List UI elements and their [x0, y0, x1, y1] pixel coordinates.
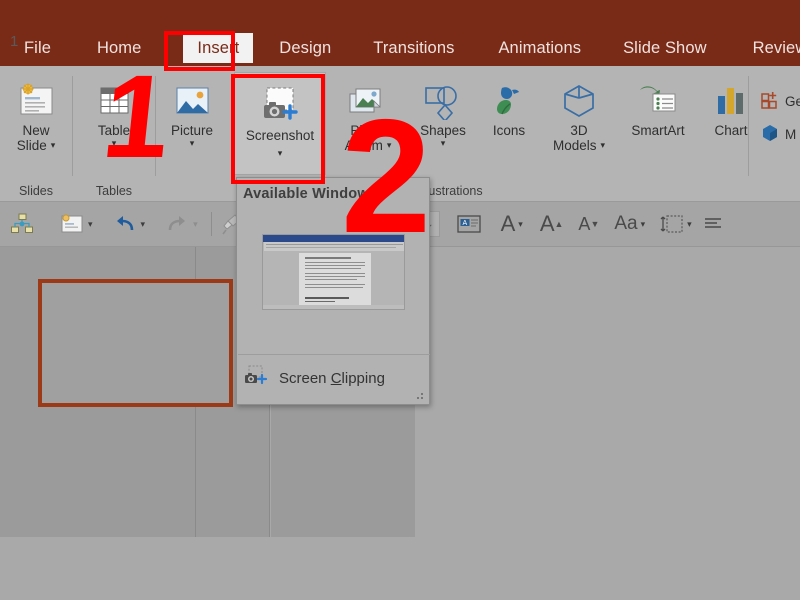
- icons-label: Icons: [493, 123, 525, 138]
- new-slide-label-1: New: [22, 123, 49, 138]
- chevron-down-icon[interactable]: ▾: [441, 139, 446, 148]
- 3d-models-label-1: 3D: [570, 123, 587, 138]
- dropdown-divider: [238, 354, 430, 355]
- 3d-models-icon: [558, 74, 600, 120]
- group-divider-3: [748, 76, 749, 176]
- photo-album-label-2: Album: [345, 138, 383, 153]
- screen-clipping-item[interactable]: Screen Clipping: [243, 363, 425, 393]
- smartart-label: SmartArt: [631, 123, 684, 138]
- tab-animations[interactable]: Animations: [496, 33, 583, 63]
- align-text-icon[interactable]: [705, 208, 721, 240]
- screenshot-icon: [257, 79, 303, 125]
- tab-slide-show[interactable]: Slide Show: [621, 33, 709, 63]
- icons-button[interactable]: Icons: [478, 74, 540, 138]
- font-color-icon[interactable]: A▾: [501, 208, 523, 240]
- screenshot-dropdown[interactable]: Available Windows: [236, 177, 430, 405]
- slide-thumbnail-1[interactable]: [38, 279, 233, 407]
- chevron-down-icon[interactable]: ▾: [112, 139, 117, 148]
- chevron-down-icon[interactable]: ▾: [193, 219, 198, 230]
- new-slide-icon: [15, 74, 57, 120]
- chart-icon: [710, 74, 752, 120]
- picture-button[interactable]: Picture ▾: [156, 74, 228, 148]
- screen-clipping-label: Screen Clipping: [279, 370, 385, 387]
- my-addins-icon: [760, 123, 780, 146]
- new-slide-quick-icon[interactable]: ▾: [59, 208, 93, 240]
- chart-button[interactable]: Chart: [700, 74, 762, 138]
- slide-number-label: 1: [10, 33, 18, 50]
- svg-text:A: A: [462, 220, 467, 227]
- toolbar-divider-1: [211, 212, 212, 236]
- resize-grip-icon[interactable]: [417, 393, 425, 401]
- shapes-icon: [420, 74, 466, 120]
- chevron-down-icon[interactable]: ▾: [687, 219, 692, 230]
- chevron-down-icon[interactable]: ▾: [387, 141, 392, 150]
- smartart-button[interactable]: SmartArt: [616, 74, 700, 138]
- 3d-models-label-2: Models: [553, 138, 597, 153]
- redo-icon[interactable]: ▾: [164, 208, 198, 240]
- screenshot-label: Screenshot: [246, 128, 314, 143]
- line-spacing-icon[interactable]: ▾: [660, 208, 692, 240]
- table-label: Table: [98, 123, 130, 138]
- chevron-down-icon[interactable]: ▾: [518, 219, 523, 230]
- icons-icon: [488, 74, 530, 120]
- group-label-slides: Slides: [0, 184, 72, 198]
- shrink-font-icon[interactable]: A▼: [578, 208, 599, 240]
- new-slide-label-2: Slide: [17, 138, 47, 153]
- photo-album-icon: [345, 74, 391, 120]
- tab-insert[interactable]: Insert: [183, 33, 253, 63]
- word-document-thumbnail[interactable]: [262, 234, 405, 310]
- available-windows-list[interactable]: [243, 212, 423, 331]
- chevron-down-icon[interactable]: ▾: [641, 219, 646, 230]
- smartart-quick-icon[interactable]: [10, 208, 34, 240]
- undo-icon[interactable]: ▾: [112, 208, 146, 240]
- chevron-down-icon[interactable]: ▾: [190, 139, 195, 148]
- chevron-down-icon[interactable]: ▾: [141, 219, 146, 230]
- 3d-models-button[interactable]: 3D Models ▾: [540, 74, 618, 153]
- tab-design[interactable]: Design: [277, 33, 333, 63]
- chart-label: Chart: [714, 123, 747, 138]
- chevron-down-icon[interactable]: ▾: [278, 149, 283, 158]
- ribbon-group-slides: New Slide ▾ Slides: [0, 66, 72, 202]
- photo-album-button[interactable]: Photo Album ▾: [332, 74, 404, 153]
- new-slide-button[interactable]: New Slide ▾: [0, 74, 72, 153]
- chevron-down-icon[interactable]: ▾: [51, 141, 56, 150]
- tab-transitions[interactable]: Transitions: [371, 33, 456, 63]
- available-windows-header: Available Windows: [243, 186, 423, 202]
- my-addins-button[interactable]: M: [760, 123, 796, 146]
- ribbon-tab-strip: File Home Insert Design Transitions Anim…: [0, 30, 800, 66]
- picture-icon: [171, 74, 213, 120]
- tab-review[interactable]: Review: [751, 33, 800, 63]
- table-button[interactable]: Table ▾: [73, 74, 155, 148]
- get-addins-label: Ge: [785, 94, 800, 109]
- photo-album-label-1: Photo: [350, 123, 385, 138]
- group-label-tables: Tables: [73, 184, 155, 198]
- table-icon: [93, 74, 135, 120]
- get-addins-button[interactable]: Ge: [760, 90, 800, 113]
- my-addins-label: M: [785, 127, 796, 142]
- picture-label: Picture: [171, 123, 213, 138]
- text-box-icon[interactable]: A: [456, 208, 482, 240]
- screen-clipping-icon: [243, 365, 269, 392]
- change-case-icon[interactable]: Aa▾: [614, 208, 645, 240]
- screenshot-button[interactable]: Screenshot ▾: [234, 72, 326, 175]
- tab-home[interactable]: Home: [95, 33, 143, 63]
- grow-font-icon[interactable]: A▲: [540, 208, 564, 240]
- chevron-down-icon[interactable]: ▾: [88, 219, 93, 230]
- smartart-icon: [635, 74, 681, 120]
- chevron-down-icon[interactable]: ▾: [601, 141, 606, 150]
- tab-file[interactable]: File: [22, 33, 53, 63]
- ribbon-group-tables: Table ▾ Tables: [73, 66, 155, 202]
- shapes-label: Shapes: [420, 123, 466, 138]
- shapes-button[interactable]: Shapes ▾: [408, 74, 478, 148]
- get-addins-icon: [760, 90, 780, 113]
